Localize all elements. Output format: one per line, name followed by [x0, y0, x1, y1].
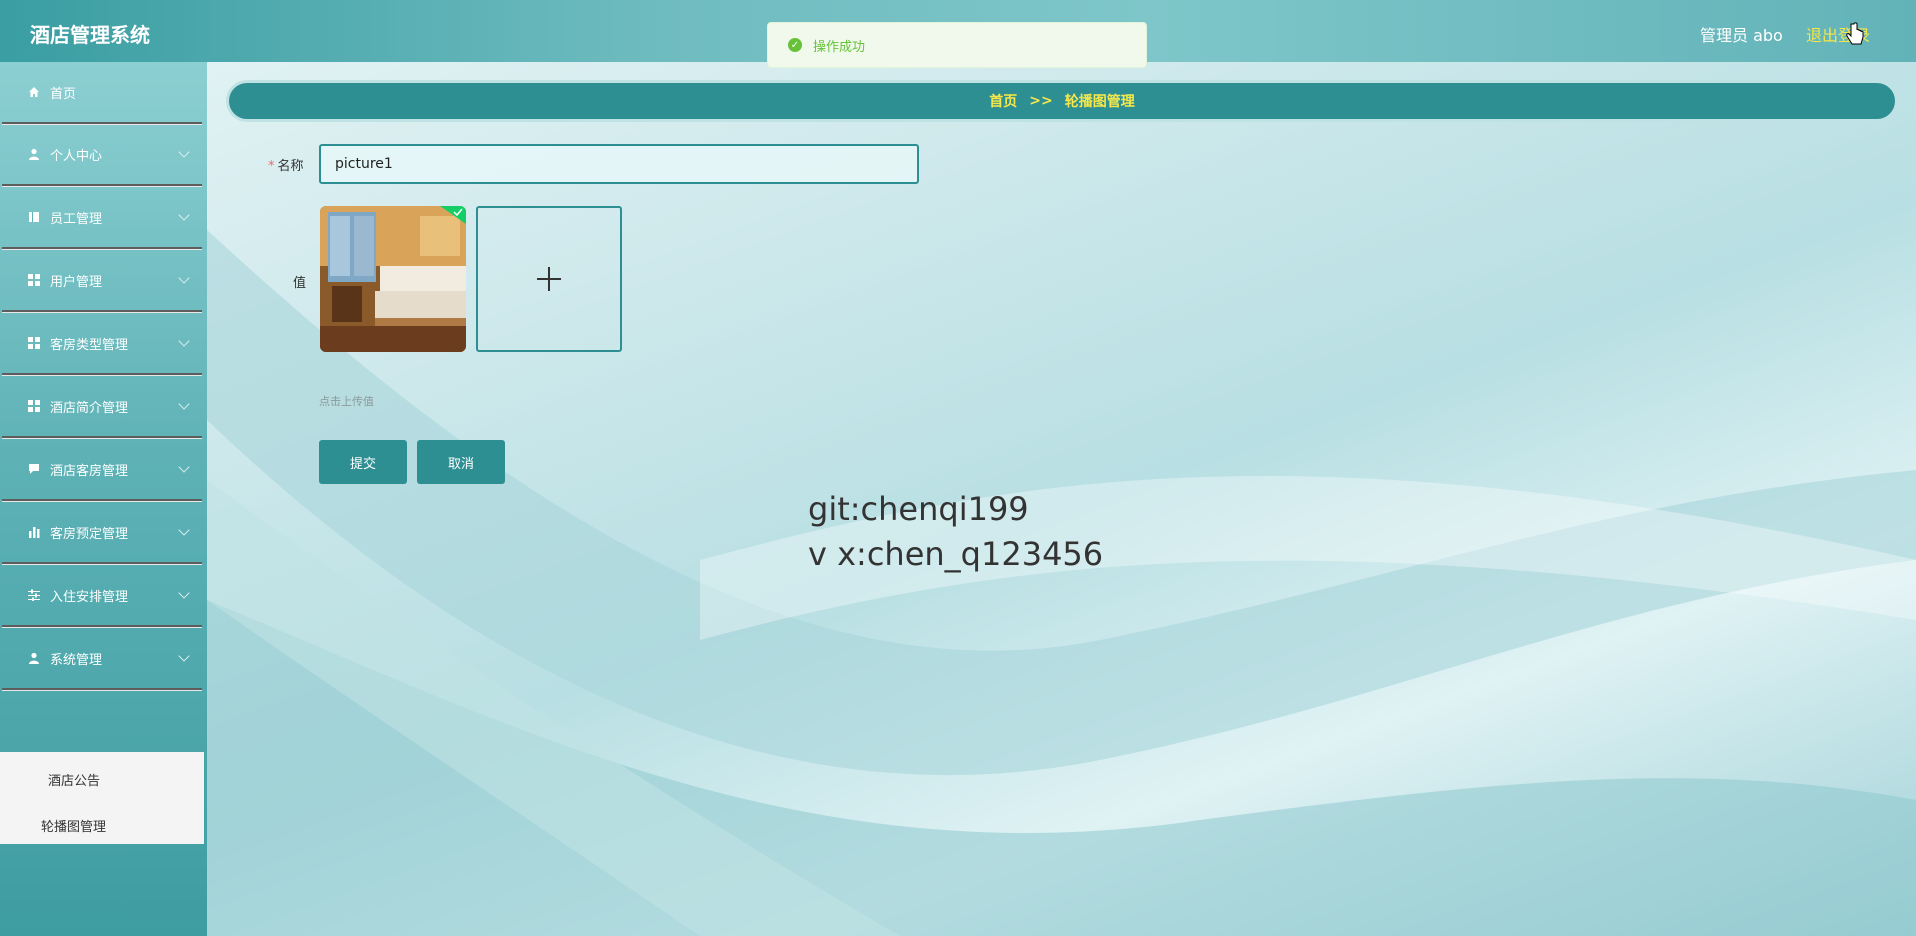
- submit-button[interactable]: 提交: [319, 440, 407, 484]
- chevron-down-icon: [178, 398, 190, 410]
- sidebar-item-users[interactable]: 用户管理: [2, 250, 202, 312]
- breadcrumb-home[interactable]: 首页: [989, 91, 1017, 111]
- grid-icon: [28, 400, 40, 412]
- sidebar-item-label: 用户管理: [50, 274, 103, 290]
- grid-icon: [28, 337, 40, 349]
- chevron-down-icon: [178, 335, 190, 347]
- sidebar-item-label: 客房预定管理: [50, 526, 129, 542]
- sidebar-item-system[interactable]: 系统管理: [2, 628, 202, 690]
- home-icon: [28, 86, 40, 98]
- check-circle-icon: ✓: [788, 38, 802, 52]
- sidebar-item-personal-center[interactable]: 个人中心: [2, 124, 202, 186]
- sliders-icon: [28, 589, 40, 601]
- bar-chart-icon: [28, 526, 40, 538]
- sidebar-item-hotel-rooms[interactable]: 酒店客房管理: [2, 439, 202, 501]
- watermark-line-2: v x:chen_q123456: [808, 535, 1104, 573]
- system-submenu: 酒店公告 轮播图管理: [0, 752, 204, 844]
- admin-label: 管理员 abo: [1700, 26, 1783, 45]
- submenu-item-hotel-notice[interactable]: 酒店公告: [48, 770, 100, 789]
- background-waves: [207, 230, 1916, 936]
- breadcrumb-separator: >>: [1029, 93, 1053, 109]
- sidebar-item-label: 个人中心: [50, 148, 103, 164]
- success-toast: ✓ 操作成功: [767, 22, 1147, 68]
- sidebar-item-staff[interactable]: 员工管理: [2, 187, 202, 249]
- hand-cursor-icon: [1846, 22, 1864, 45]
- uploaded-image-thumbnail[interactable]: [320, 206, 466, 352]
- watermark-line-1: git:chenqi199: [808, 490, 1029, 528]
- chevron-down-icon: [178, 272, 190, 284]
- name-input[interactable]: [319, 144, 919, 184]
- staff-icon: [28, 211, 40, 223]
- plus-icon: [537, 267, 561, 291]
- hotel-room-image: [320, 206, 466, 352]
- value-label: 值: [293, 276, 307, 291]
- required-mark: *: [268, 159, 275, 174]
- sidebar-item-label: 入住安排管理: [50, 589, 129, 605]
- sidebar-item-hotel-intro[interactable]: 酒店简介管理: [2, 376, 202, 438]
- sidebar-item-home[interactable]: 首页: [2, 62, 202, 124]
- chevron-down-icon: [178, 524, 190, 536]
- check-icon: [440, 206, 466, 224]
- name-label-text: 名称: [277, 159, 304, 174]
- sidebar-item-label: 首页: [50, 86, 77, 102]
- chevron-down-icon: [178, 209, 190, 221]
- sidebar-item-reservations[interactable]: 客房预定管理: [2, 502, 202, 564]
- sidebar-item-checkin[interactable]: 入住安排管理: [2, 565, 202, 627]
- app-title: 酒店管理系统: [30, 23, 150, 47]
- chevron-down-icon: [178, 146, 190, 158]
- cancel-button[interactable]: 取消: [417, 440, 505, 484]
- sidebar-item-label: 酒店简介管理: [50, 400, 129, 416]
- name-label: * 名称: [268, 155, 304, 174]
- chevron-down-icon: [178, 587, 190, 599]
- sidebar-item-label: 酒店客房管理: [50, 463, 129, 479]
- toast-message: 操作成功: [813, 39, 866, 55]
- sidebar-item-label: 员工管理: [50, 211, 103, 227]
- user-icon: [28, 148, 40, 160]
- sidebar-item-label: 客房类型管理: [50, 337, 129, 353]
- upload-hint: 点击上传值: [319, 395, 374, 408]
- sidebar-item-label: 系统管理: [50, 652, 103, 668]
- submenu-item-carousel[interactable]: 轮播图管理: [41, 816, 106, 835]
- chat-icon: [28, 463, 40, 475]
- sidebar: 首页 个人中心 员工管理 用户管理 客房类型管理 酒店简介管理 酒店客房管理 客…: [0, 62, 207, 936]
- chevron-down-icon: [178, 650, 190, 662]
- chevron-down-icon: [178, 461, 190, 473]
- breadcrumb: 首页 >> 轮播图管理: [226, 80, 1898, 122]
- upload-button[interactable]: [476, 206, 622, 352]
- sidebar-item-room-types[interactable]: 客房类型管理: [2, 313, 202, 375]
- grid-icon: [28, 274, 40, 286]
- user-icon: [28, 652, 40, 664]
- breadcrumb-current: 轮播图管理: [1064, 94, 1135, 110]
